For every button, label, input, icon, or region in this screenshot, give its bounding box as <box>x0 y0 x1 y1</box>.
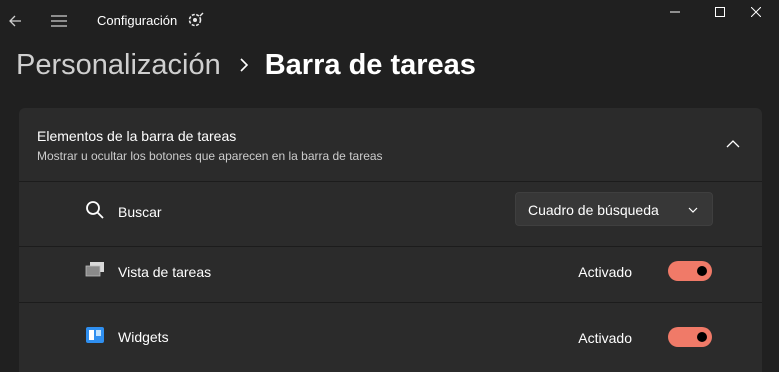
close-button[interactable] <box>733 0 779 24</box>
task-view-toggle[interactable] <box>668 261 712 281</box>
title-bar: Configuración <box>0 0 779 42</box>
minimize-icon <box>670 11 680 13</box>
settings-app-icon <box>188 12 204 27</box>
back-button[interactable] <box>3 9 27 33</box>
breadcrumb: Personalización Barra de tareas <box>16 45 476 85</box>
close-icon <box>751 7 761 17</box>
chevron-right-icon <box>240 58 248 72</box>
page-title: Barra de tareas <box>264 48 476 81</box>
breadcrumb-parent-link[interactable]: Personalización <box>16 49 221 82</box>
widgets-state-label: Activado <box>578 330 632 346</box>
taskbar-items-panel: Elementos de la barra de tareas Mostrar … <box>19 108 762 372</box>
dropdown-value: Cuadro de búsqueda <box>528 202 659 218</box>
section-subtitle: Mostrar u ocultar los botones que aparec… <box>37 149 383 163</box>
task-view-state-label: Activado <box>578 264 632 280</box>
widgets-toggle[interactable] <box>668 327 712 347</box>
toggle-knob <box>697 266 707 276</box>
task-view-row: Vista de tareas Activado <box>19 238 762 303</box>
taskbar-items-header[interactable]: Elementos de la barra de tareas Mostrar … <box>19 108 762 182</box>
maximize-icon <box>715 7 725 17</box>
back-arrow-icon <box>9 15 21 27</box>
minimize-button[interactable] <box>652 0 698 24</box>
app-title: Configuración <box>97 13 178 28</box>
toggle-knob <box>697 332 707 342</box>
task-view-icon <box>85 262 104 277</box>
task-view-label: Vista de tareas <box>118 264 212 280</box>
breadcrumb-separator <box>239 58 249 72</box>
search-mode-dropdown[interactable]: Cuadro de búsqueda <box>515 192 713 226</box>
section-title: Elementos de la barra de tareas <box>37 128 237 144</box>
chevron-down-icon <box>688 207 698 213</box>
search-label: Buscar <box>118 204 162 220</box>
widgets-icon <box>86 327 104 343</box>
menu-button[interactable] <box>47 9 71 33</box>
widgets-label: Widgets <box>118 329 169 345</box>
widgets-row: Widgets Activado <box>19 303 762 367</box>
hamburger-icon <box>51 15 67 27</box>
search-icon <box>86 201 104 219</box>
chevron-up-icon[interactable] <box>725 136 741 152</box>
